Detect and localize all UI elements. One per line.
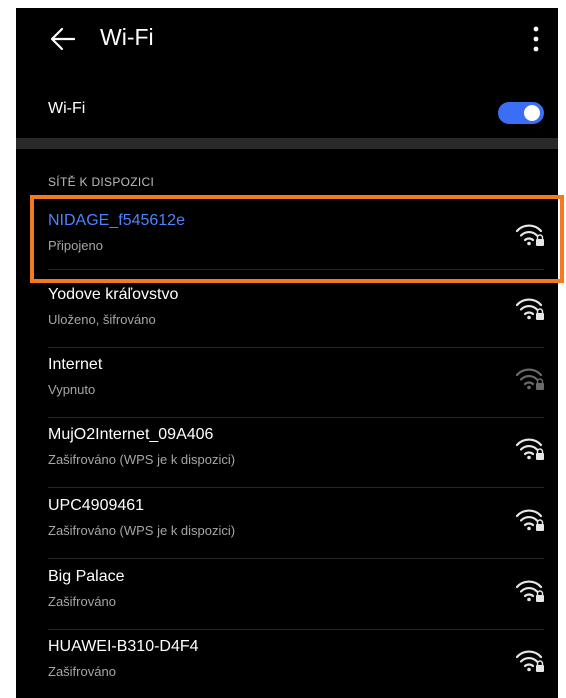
- network-item[interactable]: Yodove kráľovstvo Uloženo, šifrováno: [16, 278, 558, 348]
- network-name: UPC4909461: [48, 497, 145, 514]
- section-divider: [16, 138, 558, 149]
- wifi-lock-icon: [514, 366, 546, 392]
- wifi-toggle-row[interactable]: Wi-Fi: [16, 82, 558, 142]
- network-status: Vypnuto: [48, 382, 96, 397]
- network-status: Zašifrováno (WPS je k dispozici): [48, 523, 236, 538]
- network-item[interactable]: HUAWEI-B310-D4F4 Zašifrováno: [16, 630, 558, 698]
- wifi-lock-icon: [514, 436, 546, 462]
- network-name: Yodove kráľovstvo: [48, 286, 179, 303]
- network-name: HUAWEI-B310-D4F4: [48, 638, 199, 655]
- list-divider: [48, 487, 544, 488]
- more-options-icon[interactable]: [532, 24, 540, 54]
- network-status: Zašifrováno: [48, 664, 116, 679]
- network-name: MujO2Internet_09A406: [48, 426, 214, 443]
- network-item[interactable]: Big Palace Zašifrováno: [16, 560, 558, 630]
- network-status: Uloženo, šifrováno: [48, 312, 156, 327]
- network-status: Zašifrováno (WPS je k dispozici): [48, 452, 236, 467]
- network-name: Internet: [48, 356, 103, 373]
- page-title: Wi-Fi: [100, 24, 154, 50]
- wifi-lock-icon: [514, 507, 546, 533]
- network-name: NIDAGE_f545612e: [48, 212, 185, 229]
- network-item[interactable]: NIDAGE_f545612e Připojeno: [16, 204, 558, 274]
- wifi-lock-icon: [514, 296, 546, 322]
- wifi-lock-icon: [514, 222, 546, 248]
- network-name: Big Palace: [48, 568, 125, 585]
- network-status: Připojeno: [48, 238, 103, 253]
- back-arrow-icon[interactable]: [50, 26, 76, 52]
- network-item[interactable]: UPC4909461 Zašifrováno (WPS je k dispozic…: [16, 489, 558, 559]
- network-item[interactable]: Internet Vypnuto: [16, 348, 558, 418]
- list-divider: [48, 269, 544, 270]
- available-networks-header: SÍTĚ K DISPOZICI: [48, 175, 155, 189]
- app-bar: Wi-Fi: [16, 8, 558, 72]
- list-divider: [48, 558, 544, 559]
- wifi-lock-icon: [514, 648, 546, 674]
- wifi-lock-icon: [514, 578, 546, 604]
- toggle-knob: [524, 105, 540, 121]
- wifi-toggle-label: Wi-Fi: [48, 100, 86, 117]
- network-item[interactable]: MujO2Internet_09A406 Zašifrováno (WPS je …: [16, 418, 558, 488]
- wifi-settings-screen: Wi-Fi Wi-Fi SÍTĚ K DISPOZICI NIDAGE_f545…: [16, 8, 558, 698]
- network-status: Zašifrováno: [48, 594, 116, 609]
- wifi-toggle-switch[interactable]: [498, 102, 544, 124]
